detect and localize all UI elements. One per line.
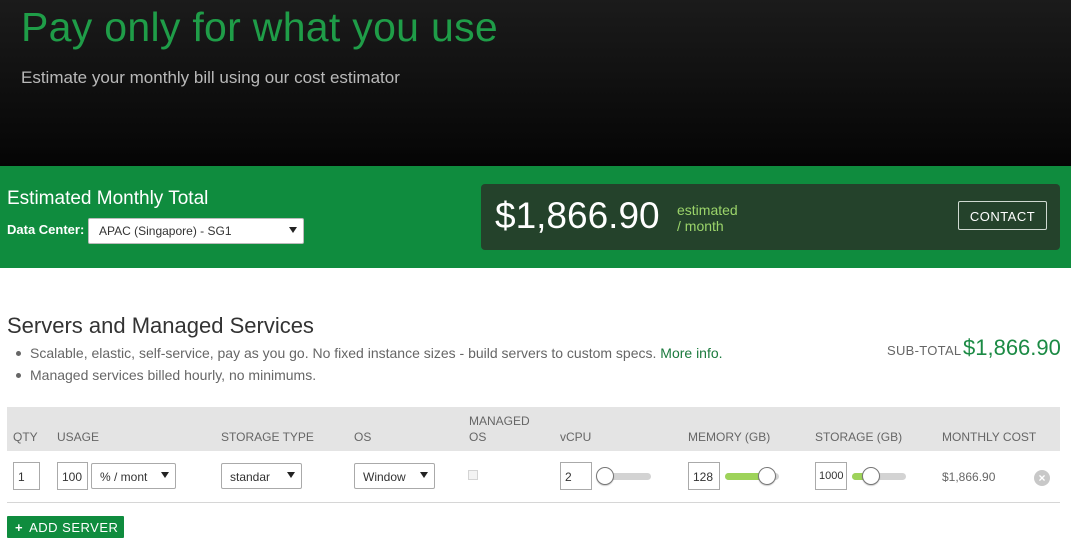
memory-slider[interactable] <box>725 467 779 485</box>
column-storage: STORAGE (GB) <box>815 430 903 444</box>
usage-unit-select[interactable]: % / mont <box>91 463 176 489</box>
monthly-cost-value: $1,866.90 <box>942 470 996 484</box>
usage-unit-value: % / mont <box>100 470 148 484</box>
hero-banner: Pay only for what you use Estimate your … <box>0 0 1071 166</box>
caret-down-icon <box>420 472 428 478</box>
memory-slider-handle[interactable] <box>758 467 776 485</box>
bullet-text: Managed services billed hourly, no minim… <box>30 367 317 383</box>
memory-input[interactable]: 128 <box>688 462 720 490</box>
data-center-label: Data Center: <box>7 222 85 237</box>
add-server-label: ADD SERVER <box>29 520 119 535</box>
contact-button[interactable]: CONTACT <box>958 201 1047 230</box>
storage-type-value: standar <box>230 470 271 484</box>
caret-down-icon <box>289 227 297 233</box>
list-item: Scalable, elastic, self-service, pay as … <box>14 342 723 364</box>
page-title: Pay only for what you use <box>21 4 498 50</box>
more-info-link[interactable]: More info. <box>660 345 722 361</box>
column-usage: USAGE <box>57 430 100 444</box>
per-month-label: / month <box>677 218 724 234</box>
estimate-label: Estimated Monthly Total <box>7 188 209 209</box>
os-value: Window <box>363 470 406 484</box>
qty-input[interactable]: 1 <box>13 462 40 490</box>
os-select[interactable]: Window <box>354 463 435 489</box>
caret-down-icon <box>287 472 295 478</box>
managed-os-checkbox[interactable] <box>468 470 478 480</box>
table-row: 1 100 % / mont standar Window 2 128 1000… <box>7 451 1060 503</box>
storage-input[interactable]: 1000 <box>815 462 847 490</box>
column-managed-os: MANAGED OS <box>469 413 530 445</box>
data-center-value: APAC (Singapore) - SG1 <box>99 224 232 238</box>
vcpu-slider[interactable] <box>596 467 651 485</box>
subtotal-label: SUB-TOTAL <box>887 343 962 358</box>
list-item: Managed services billed hourly, no minim… <box>14 364 723 386</box>
column-managed-os-line2: OS <box>469 430 487 444</box>
vcpu-slider-handle[interactable] <box>596 467 614 485</box>
bullet-text: Scalable, elastic, self-service, pay as … <box>30 345 657 361</box>
usage-input[interactable]: 100 <box>57 462 88 490</box>
section-title: Servers and Managed Services <box>7 313 314 338</box>
caret-down-icon <box>161 472 169 478</box>
storage-slider[interactable] <box>852 467 906 485</box>
storage-type-select[interactable]: standar <box>221 463 302 489</box>
subtotal-value: $1,866.90 <box>963 335 1061 360</box>
column-managed-os-line1: MANAGED <box>469 414 530 428</box>
column-memory: MEMORY (GB) <box>688 430 771 444</box>
estimate-bar: Estimated Monthly Total Data Center: APA… <box>0 166 1071 268</box>
column-vcpu: vCPU <box>560 430 592 444</box>
add-server-button[interactable]: + ADD SERVER <box>7 516 124 538</box>
data-center-select[interactable]: APAC (Singapore) - SG1 <box>88 218 304 244</box>
page-subtitle: Estimate your monthly bill using our cos… <box>21 68 400 87</box>
storage-slider-handle[interactable] <box>862 467 880 485</box>
total-amount: $1,866.90 <box>495 195 660 236</box>
column-qty: QTY <box>13 430 38 444</box>
table-header: QTY USAGE STORAGE TYPE OS MANAGED OS vCP… <box>7 407 1060 451</box>
vcpu-input[interactable]: 2 <box>560 462 592 490</box>
column-os: OS <box>354 430 372 444</box>
plus-icon: + <box>15 520 24 535</box>
total-box: $1,866.90 estimated / month CONTACT <box>481 184 1060 250</box>
estimated-label: estimated <box>677 202 738 218</box>
feature-list: Scalable, elastic, self-service, pay as … <box>14 342 723 386</box>
column-monthly-cost: MONTHLY COST <box>942 430 1037 444</box>
column-storage-type: STORAGE TYPE <box>221 430 314 444</box>
remove-circle-icon[interactable]: × <box>1034 470 1050 486</box>
total-period: estimated / month <box>677 202 738 234</box>
